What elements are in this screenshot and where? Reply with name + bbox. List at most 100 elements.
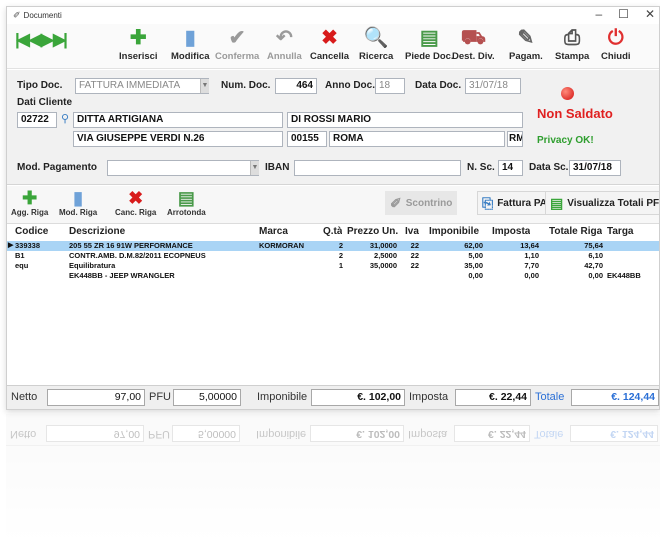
arrotonda-button[interactable]: ▤ Arrotonda (167, 188, 206, 217)
main-toolbar: |◀ ◀ ▶ ▶| ✚ Inserisci ▮ Modifica ✔ Conferma ↶ A… (7, 24, 659, 69)
column-header-prezzo[interactable]: Prezzo Un. (347, 226, 398, 237)
close-window-button[interactable]: ✕ (645, 7, 655, 21)
cell-imponibile: 0,00 (468, 271, 483, 280)
n-sc-field[interactable]: 14 (498, 160, 523, 176)
ricerca-button[interactable]: 🔍 Ricerca (359, 27, 393, 62)
annulla-button[interactable]: ↶ Annulla (267, 27, 302, 62)
pfu-field: 5,00000 (172, 425, 240, 442)
agg-riga-button[interactable]: ✚ Agg. Riga (11, 188, 48, 217)
toolbar-button-label: Annulla (267, 51, 302, 62)
cell-qta: 2 (338, 241, 343, 250)
plus-icon: ✚ (129, 27, 147, 49)
cell-totale: 0,00 (588, 271, 603, 280)
cancella-button[interactable]: ✖ Cancella (310, 27, 349, 62)
netto-label: Netto (11, 391, 38, 403)
column-header-qta[interactable]: Q.tà (323, 226, 342, 237)
printer-icon: ⎙ (564, 27, 581, 49)
scontrino-button[interactable]: ✐ Scontrino (385, 191, 458, 215)
cliente-indirizzo-field[interactable]: VIA GIUSEPPE VERDI N.26 (73, 131, 283, 147)
column-header-imposta[interactable]: Imposta (492, 226, 530, 237)
tipo-doc-select[interactable]: FATTURA IMMEDIATA (75, 78, 209, 94)
stampa-button[interactable]: ⎙ Stampa (555, 27, 589, 62)
cell-iva: 22 (410, 261, 419, 270)
maximize-button[interactable]: ☐ (618, 7, 629, 21)
cell-qta: 1 (338, 261, 343, 270)
table-row[interactable]: equ Equilibratura 1 35,0000 22 35,00 7,70 42,70 (7, 261, 659, 271)
dest-div-button[interactable]: ⛟ Dest. Div. (452, 27, 495, 62)
column-header-targa[interactable]: Targa (607, 226, 634, 237)
data-sc-field[interactable]: 31/07/18 (569, 160, 621, 176)
column-header-iva[interactable]: Iva (405, 226, 419, 237)
table-row[interactable]: ▶ 339338 205 55 ZR 16 91W PERFORMANCE KORMO… (7, 241, 659, 251)
tipo-doc-label: Tipo Doc. (17, 80, 63, 91)
cell-totale: 6,10 (588, 251, 603, 260)
column-header-marca[interactable]: Marca (259, 226, 288, 237)
app-icon: ✐ (13, 9, 21, 20)
chevron-down-icon[interactable]: ▼ (250, 161, 259, 175)
totale-field: €. 124,44 (570, 425, 658, 442)
toolbar-button-label: Inserisci (119, 51, 158, 62)
cliente-citta-field[interactable]: ROMA (329, 131, 505, 147)
toolbar-button-label: Cancella (310, 51, 350, 62)
document-rows-grid: Codice Descrizione Marca Q.tà Prezzo Un.… (7, 225, 659, 385)
round-icon: ▤ (177, 188, 195, 208)
chiudi-button[interactable]: ⏻ Chiudi (601, 27, 631, 62)
totals-footer: Netto 97,00 PFU 5,00000 Imponibile €. 10… (7, 385, 659, 409)
totals-icon: ▤ (550, 194, 564, 211)
pfu-label: PFU (148, 428, 170, 440)
data-doc-field[interactable]: 31/07/18 (465, 78, 521, 94)
window-reflection: Netto 97,00 PFU 5,00000 Imponibile €. 10… (6, 414, 660, 545)
cliente-cap-field[interactable]: 00155 (287, 131, 327, 147)
first-record-icon[interactable]: |◀ (15, 30, 30, 50)
table-row[interactable]: B1 CONTR.AMB. D.M.82/2011 ECOPNEUS 2 2,5000… (7, 251, 659, 261)
cliente-referente-field[interactable]: DI ROSSI MARIO (287, 112, 523, 128)
fattura-pa-label: Fattura PA (497, 197, 548, 209)
piede-doc-button[interactable]: ▤ Piede Doc. (405, 27, 454, 62)
canc-riga-button[interactable]: ✖ Canc. Riga (115, 188, 156, 217)
prev-record-icon[interactable]: ◀ (29, 30, 42, 50)
last-record-icon[interactable]: ▶| (53, 30, 68, 50)
mod-pagamento-select[interactable] (107, 160, 259, 176)
table-row[interactable]: EK448BB - JEEP WRANGLER 0,00 0,00 0,00 EK448… (7, 271, 659, 281)
column-header-codice[interactable]: Codice (15, 226, 48, 237)
cell-imposta: 0,00 (524, 271, 539, 280)
fattura-pa-button[interactable]: ⎘ Fattura PA (477, 191, 553, 215)
column-header-descrizione[interactable]: Descrizione (69, 226, 125, 237)
conferma-button[interactable]: ✔ Conferma (215, 27, 259, 62)
add-row-icon: ✚ (22, 188, 38, 208)
netto-field: 97,00 (47, 389, 145, 406)
modifica-button[interactable]: ▮ Modifica (171, 27, 210, 62)
pfu-label: PFU (149, 391, 171, 403)
delete-x-icon: ✖ (321, 27, 338, 49)
anno-doc-field[interactable]: 18 (375, 78, 405, 94)
cliente-prov-field[interactable]: RM (507, 131, 523, 147)
checkmark-icon: ✔ (228, 27, 246, 49)
footer-reflection: Netto 97,00 PFU 5,00000 Imponibile €. 10… (6, 422, 660, 446)
cliente-ragione-field[interactable]: DITTA ARTIGIANA (73, 112, 283, 128)
grid-header: Codice Descrizione Marca Q.tà Prezzo Un.… (7, 226, 659, 238)
num-doc-field[interactable]: 464 (275, 78, 317, 94)
status-badge: Non Saldato (537, 106, 613, 121)
chevron-down-icon[interactable]: ▼ (200, 79, 209, 93)
inserisci-button[interactable]: ✚ Inserisci (119, 27, 158, 62)
column-header-imponibile[interactable]: Imponibile (429, 226, 479, 237)
next-record-icon[interactable]: ▶ (41, 30, 54, 50)
visualizza-totali-button[interactable]: ▤ Visualizza Totali PFU (545, 191, 659, 215)
row-button-label: Arrotonda (167, 208, 206, 217)
pagam-button[interactable]: ✎ Pagam. (509, 27, 543, 62)
minimize-button[interactable]: – (595, 7, 602, 21)
imponibile-label: Imponibile (256, 428, 307, 440)
documenti-window: ✐ Documenti – ☐ ✕ |◀ ◀ ▶ ▶| ✚ Inserisci ▮ M… (6, 6, 660, 410)
imposta-field: €. 22,44 (454, 425, 530, 442)
magnifier-icon: 🔍 (363, 27, 389, 49)
status-alert-icon (561, 87, 574, 100)
mod-riga-button[interactable]: ▮ Mod. Riga (59, 188, 97, 217)
iban-field[interactable] (294, 160, 461, 176)
cell-descrizione: EK448BB - JEEP WRANGLER (69, 271, 175, 280)
cliente-codice-field[interactable]: 02722 (17, 112, 57, 128)
cell-imposta: 7,70 (524, 261, 539, 270)
search-icon[interactable]: ⚲ (61, 112, 69, 125)
edit-document-icon: ▮ (184, 27, 196, 49)
column-header-totale-riga[interactable]: Totale Riga (549, 226, 602, 237)
scontrino-label: Scontrino (405, 197, 453, 209)
